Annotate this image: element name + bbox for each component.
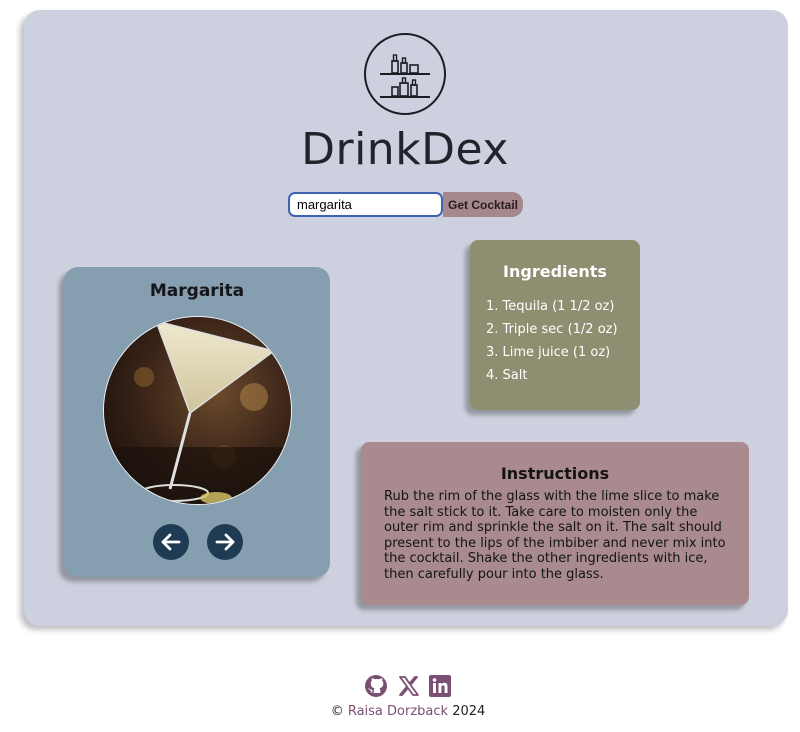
- arrow-right-icon: [215, 533, 235, 551]
- instructions-title: Instructions: [500, 464, 610, 483]
- copyright-year: 2024: [452, 704, 486, 719]
- copyright-symbol: ©: [330, 704, 344, 719]
- linkedin-icon[interactable]: [428, 674, 452, 698]
- get-cocktail-button[interactable]: Get Cocktail: [443, 192, 523, 217]
- ingredient-list: 1. Tequila (1 1/2 oz) 2. Triple sec (1/2…: [486, 295, 618, 387]
- ingredient-item: 4. Salt: [486, 368, 528, 383]
- author-link[interactable]: Raisa Dorzback: [348, 704, 448, 719]
- drink-name: Margarita: [149, 281, 245, 301]
- footer-copyright: © Raisa Dorzback 2024: [0, 704, 800, 719]
- search-input[interactable]: [288, 192, 443, 217]
- ingredient-item: 3. Lime juice (1 oz): [486, 345, 611, 360]
- previous-drink-button[interactable]: [153, 524, 189, 560]
- instructions-text: Rub the rim of the glass with the lime s…: [384, 489, 726, 582]
- ingredients-title: Ingredients: [503, 262, 607, 281]
- ingredient-item: 1. Tequila (1 1/2 oz): [486, 299, 615, 314]
- drink-photo: [103, 316, 292, 505]
- app-title: DrinkDex: [301, 124, 509, 175]
- arrow-left-icon: [161, 533, 181, 551]
- drinkdex-logo: [364, 33, 446, 115]
- x-icon[interactable]: [397, 674, 421, 698]
- github-icon[interactable]: [364, 674, 388, 698]
- ingredient-item: 2. Triple sec (1/2 oz): [486, 322, 618, 337]
- next-drink-button[interactable]: [207, 524, 243, 560]
